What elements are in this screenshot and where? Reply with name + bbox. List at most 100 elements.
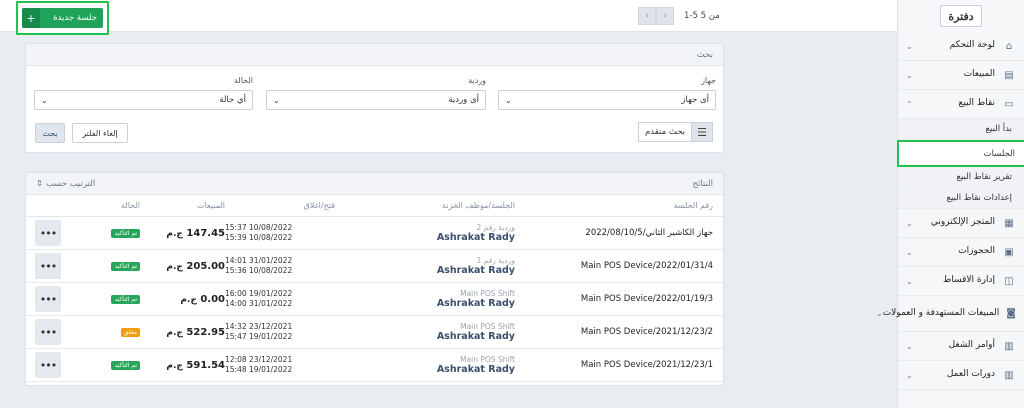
logo-mark: دفترة xyxy=(940,5,982,27)
sidebar-item[interactable]: ◫ إدارة الاقساط ⌄ xyxy=(898,267,1024,296)
sidebar-item-label: أوامر الشغل xyxy=(948,340,995,351)
sidebar-item[interactable]: ▭ نقاط البيع ⌃ xyxy=(898,90,1024,119)
sidebar-item[interactable]: ▤ المبيعات ⌄ xyxy=(898,61,1024,90)
device-select[interactable]: أى جهاز ⌄ xyxy=(498,90,716,110)
sort-button[interactable]: الترتيب حسب ⇕ xyxy=(36,179,95,189)
pager-text: 1-5 من 5 xyxy=(684,11,720,21)
pos-icon: ▭ xyxy=(1004,98,1014,110)
session-sales: 591.54 ج.م xyxy=(140,360,225,371)
sidebar-item-label: دورات العمل xyxy=(946,369,995,380)
sales-amount: 522.95 xyxy=(186,326,225,338)
sidebar-item[interactable]: ⌂ لوحة التحكم ⌄ xyxy=(898,32,1024,61)
sidebar-subitem[interactable]: بدأ البيع xyxy=(898,119,1024,140)
new-session-button[interactable]: جلسة جديدة + xyxy=(22,8,103,28)
chevron-down-icon: ⌄ xyxy=(41,95,48,105)
nav-top: ⌂ لوحة التحكم ⌄ ▤ المبيعات ⌄ ▭ نقاط البيع ⌃ xyxy=(898,32,1024,119)
sales-amount: 0.00 xyxy=(200,293,225,305)
col-staff: الجلسة/موظف الخزنة xyxy=(442,201,515,210)
row-actions: ••• xyxy=(26,253,65,279)
new-session-label: جلسة جديدة xyxy=(53,13,97,23)
table-row[interactable]: Main POS Device/2021/12/23/2 Main POS Shi… xyxy=(26,316,723,349)
session-sales: 0.00 ج.م xyxy=(140,294,225,305)
sidebar-item[interactable]: ▥ دورات العمل ⌄ xyxy=(898,361,1024,390)
sidebar-item[interactable]: ▥ أوامر الشغل ⌄ xyxy=(898,332,1024,361)
sidebar-item[interactable]: ▦ المتجر الإلكتروني ⌄ xyxy=(898,209,1024,238)
new-session-highlight: جلسة جديدة + xyxy=(16,1,109,35)
chevron-icon: ⌄ xyxy=(906,276,913,286)
session-status: مغلق xyxy=(65,327,140,337)
row-actions: ••• xyxy=(26,319,65,345)
sidebar-subitem-sessions[interactable]: الجلسات xyxy=(897,140,1024,167)
session-number[interactable]: Main POS Device/2022/01/31/4 xyxy=(515,261,723,271)
sidebar-item-label: المبيعات المستهدفة و العمولات xyxy=(882,307,1000,318)
pagination: ‹ › 1-5 من 5 xyxy=(638,7,720,25)
shift-name: Main POS Shift xyxy=(460,322,515,331)
workflow-icon: ▥ xyxy=(1004,369,1014,381)
home-icon: ⌂ xyxy=(1005,40,1013,52)
row-actions: ••• xyxy=(26,220,65,246)
table-row[interactable]: Main POS Device/2022/01/19/3 Main POS Shi… xyxy=(26,283,723,316)
row-actions: ••• xyxy=(26,286,65,312)
chevron-icon: ⌄ xyxy=(906,247,913,257)
session-sales: 205.00 ج.م xyxy=(140,261,225,272)
currency: ج.م xyxy=(166,327,183,338)
more-actions-button[interactable]: ••• xyxy=(35,253,61,279)
sidebar-item[interactable]: ◙ المبيعات المستهدفة و العمولات ⌄ xyxy=(876,296,1024,332)
currency: ج.م xyxy=(166,360,183,371)
more-actions-button[interactable]: ••• xyxy=(35,352,61,378)
shift-name: وردية رقم 1 xyxy=(476,256,515,265)
more-actions-button[interactable]: ••• xyxy=(35,220,61,246)
session-number[interactable]: جهاز الكاشير الثاني/2022/08/10/5 xyxy=(515,228,723,238)
staff-name: Ashrakat Rady xyxy=(436,265,515,276)
commission-icon: ◙ xyxy=(1006,308,1016,319)
session-number[interactable]: Main POS Device/2022/01/19/3 xyxy=(515,294,723,304)
results-title: النتائج xyxy=(692,178,713,189)
chevron-down-icon: ⌄ xyxy=(273,95,280,105)
status-badge: تم التأكيد xyxy=(111,295,140,304)
more-actions-button[interactable]: ••• xyxy=(35,286,61,312)
advanced-search-button[interactable]: ☰ بحث متقدم xyxy=(638,122,714,142)
device-filter: جهاز أى جهاز ⌄ xyxy=(498,76,716,110)
more-actions-button[interactable]: ••• xyxy=(35,319,61,345)
next-page-button[interactable]: › xyxy=(656,7,674,25)
chevron-icon: ⌄ xyxy=(906,218,913,228)
sidebar-subitem[interactable]: تقرير نقاط البيع xyxy=(898,167,1024,188)
shift-name: Main POS Shift xyxy=(460,289,515,298)
status-filter: الحالة أي حالة ⌄ xyxy=(34,76,253,110)
open-time: 14:01 31/01/2022 xyxy=(225,255,293,265)
prev-page-button[interactable]: ‹ xyxy=(638,7,656,25)
session-number[interactable]: Main POS Device/2021/12/23/2 xyxy=(515,327,723,337)
nav-bottom: ▦ المتجر الإلكتروني ⌄ ▣ الحجوزات ⌄ ◫ إدارة الاق… xyxy=(876,209,1024,390)
search-button[interactable]: بحث xyxy=(35,123,65,143)
table-row[interactable]: Main POS Device/2021/12/23/1 Main POS Shi… xyxy=(26,349,723,382)
session-status: تم التأكيد xyxy=(65,360,140,370)
shift-value: أى وردية xyxy=(448,95,479,105)
table-row[interactable]: Main POS Device/2022/01/31/4 وردية رقم 1A… xyxy=(26,250,723,283)
session-sales: 522.95 ج.م xyxy=(140,327,225,338)
logo[interactable]: دفترة xyxy=(898,0,1024,32)
session-staff: Main POS Shift Ashrakat Rady xyxy=(335,355,515,375)
open-time: 15:37 10/08/2022 xyxy=(225,222,293,232)
chevron-icon: ⌄ xyxy=(875,309,883,318)
sidebar-item-label: نقاط البيع xyxy=(958,98,995,109)
shift-label: وردية xyxy=(468,76,486,85)
sort-label: الترتيب حسب xyxy=(45,178,96,189)
calendar-icon: ▣ xyxy=(1004,246,1014,258)
clear-filter-button[interactable]: إلغاء الفلتر xyxy=(72,123,128,143)
col-time: فتح/اغلاق xyxy=(303,201,335,210)
session-status: تم التأكيد xyxy=(65,261,140,271)
work-order-icon: ▥ xyxy=(1004,340,1014,352)
status-select[interactable]: أي حالة ⌄ xyxy=(34,90,253,110)
device-value: أى جهاز xyxy=(681,95,709,105)
close-time: 14:00 31/01/2022 xyxy=(225,299,293,308)
sidebar-subitem[interactable]: إعدادات نقاط البيع xyxy=(898,188,1024,209)
sidebar-item[interactable]: ▣ الحجوزات ⌄ xyxy=(898,238,1024,267)
store-icon: ▦ xyxy=(1004,217,1014,229)
table-row[interactable]: جهاز الكاشير الثاني/2022/08/10/5 وردية رق… xyxy=(26,217,723,250)
staff-name: Ashrakat Rady xyxy=(436,364,515,375)
nav-sub: بدأ البيع الجلسات تقرير نقاط البيع إعدادات … xyxy=(897,119,1024,209)
session-number[interactable]: Main POS Device/2021/12/23/1 xyxy=(515,360,723,370)
shift-select[interactable]: أى وردية ⌄ xyxy=(266,90,486,110)
chevron-icon: ⌄ xyxy=(906,370,913,380)
session-times: 14:32 23/12/2021 15:47 19/01/2022 xyxy=(225,322,335,342)
